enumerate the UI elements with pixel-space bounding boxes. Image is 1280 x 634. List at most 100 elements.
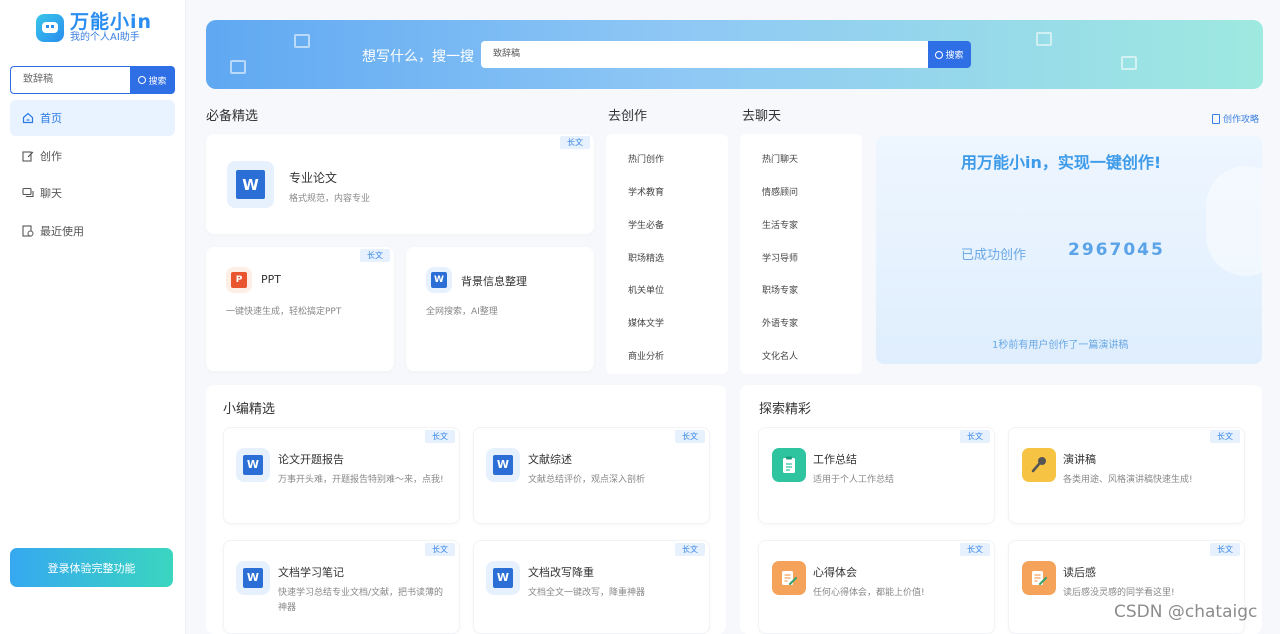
word-icon: W [486, 561, 520, 595]
document-deco-icon [1121, 56, 1137, 70]
chat-item[interactable]: 学习导师 [762, 251, 798, 264]
app-logo[interactable]: 万能小in 我的个人AI助手 [36, 12, 152, 44]
app-subtitle: 我的个人AI助手 [70, 32, 140, 43]
document-deco-icon [230, 60, 246, 74]
history-icon [22, 224, 34, 237]
explore-title: 探索精彩 [759, 402, 812, 417]
essential-card-thesis[interactable]: 长文 W 专业论文 格式规范，内容专业 [206, 134, 594, 234]
card-desc: 读后感没灵感的同学看这里! [1063, 588, 1175, 598]
long-text-tag: 长文 [675, 430, 705, 443]
watermark: CSDN @chataigc [1114, 602, 1258, 622]
explore-card-reflection[interactable]: 长文 心得体会 任何心得体会，都能上价值! [758, 540, 995, 634]
app-title: 万能小in [70, 11, 153, 33]
robot-logo-icon [36, 14, 64, 42]
card-title: 专业论文 [289, 171, 338, 185]
card-desc: 一键快速生成，轻松搞定PPT [226, 307, 342, 317]
sidebar-search-button[interactable]: 搜索 [130, 66, 175, 94]
sidebar: 万能小in 我的个人AI助手 致辞稿 搜索 首页 创作 聊天 最近使用 登录体验… [0, 0, 186, 634]
ppt-icon: P [226, 267, 252, 293]
create-item[interactable]: 商业分析 [628, 349, 664, 362]
long-text-tag: 长文 [1210, 543, 1240, 556]
pick-card-notes[interactable]: 长文 W 文档学习笔记 快速学习总结专业文档/文献，把书读薄的神器 [223, 540, 460, 634]
card-desc: 快速学习总结专业文档/文献，把书读薄的神器 [278, 588, 444, 613]
create-item[interactable]: 热门创作 [628, 152, 664, 165]
sidebar-item-label: 创作 [40, 149, 62, 163]
sidebar-item-recent[interactable]: 最近使用 [10, 213, 175, 249]
search-icon [935, 50, 944, 59]
create-item[interactable]: 学术教育 [628, 185, 664, 198]
explore-card-speech[interactable]: 长文 演讲稿 各类用途、风格演讲稿快速生成! [1008, 427, 1245, 524]
banner-search-button[interactable]: 搜索 [928, 41, 971, 68]
sidebar-item-label: 最近使用 [40, 224, 84, 238]
word-icon: W [426, 267, 452, 293]
long-text-tag: 长文 [1210, 430, 1240, 443]
card-desc: 全网搜索，AI整理 [426, 307, 498, 317]
create-title: 去创作 [608, 109, 648, 124]
pick-card-rewrite[interactable]: 长文 W 文档改写降重 文档全文一键改写，降重神器 [473, 540, 710, 634]
sidebar-item-home[interactable]: 首页 [10, 100, 175, 136]
promo-title: 用万能小in，实现一键创作! [961, 153, 1162, 172]
chat-item[interactable]: 热门聊天 [762, 152, 798, 165]
word-icon: W [486, 448, 520, 482]
sidebar-nav: 首页 创作 聊天 最近使用 [10, 100, 175, 250]
explore-card-work-summary[interactable]: 长文 工作总结 适用于个人工作总结 [758, 427, 995, 524]
create-list: 热门创作 学术教育 学生必备 职场精选 机关单位 媒体文学 商业分析 [606, 134, 728, 374]
chat-title: 去聊天 [742, 109, 782, 124]
promo-count-label: 已成功创作 [961, 248, 1027, 263]
chat-item[interactable]: 生活专家 [762, 218, 798, 231]
banner-search-button-label: 搜索 [945, 51, 964, 61]
chat-item[interactable]: 文化名人 [762, 349, 798, 362]
card-title: 文档改写降重 [528, 566, 594, 579]
sidebar-item-create[interactable]: 创作 [10, 138, 175, 174]
card-desc: 文献总结评价，观点深入剖析 [528, 475, 646, 485]
banner-search-input[interactable]: 致辞稿 [481, 41, 928, 68]
long-text-tag: 长文 [960, 430, 990, 443]
sidebar-search-input[interactable]: 致辞稿 [10, 66, 130, 94]
explore-panel: 探索精彩 长文 工作总结 适用于个人工作总结 长文 演讲稿 各类用途、风格演讲稿… [740, 385, 1262, 634]
create-item[interactable]: 学生必备 [628, 218, 664, 231]
notes-icon [772, 561, 806, 595]
home-icon [22, 112, 34, 124]
word-icon: W [227, 161, 274, 208]
long-text-tag: 长文 [425, 430, 455, 443]
create-item[interactable]: 媒体文学 [628, 316, 664, 329]
pick-card-review[interactable]: 长文 W 文献综述 文献总结评价，观点深入剖析 [473, 427, 710, 524]
card-title: 论文开题报告 [278, 453, 344, 466]
card-title: PPT [261, 273, 281, 286]
promo-decoration [1206, 166, 1262, 276]
promo-count: 2967045 [1068, 240, 1165, 260]
essential-card-ppt[interactable]: 长文 P PPT 一键快速生成，轻松搞定PPT [206, 247, 394, 371]
strategy-link[interactable]: 创作攻略 [1212, 112, 1259, 125]
card-desc: 任何心得体会，都能上价值! [813, 588, 925, 598]
sidebar-search-button-label: 搜索 [148, 76, 167, 87]
card-title: 背景信息整理 [461, 275, 527, 288]
long-text-tag: 长文 [560, 136, 590, 149]
banner-label: 想写什么，搜一搜 [362, 49, 474, 65]
chat-item[interactable]: 情感顾问 [762, 185, 798, 198]
essential-card-background[interactable]: W 背景信息整理 全网搜索，AI整理 [406, 247, 594, 371]
promo-panel: 用万能小in，实现一键创作! 已成功创作 2967045 1秒前有用户创作了一篇… [876, 136, 1262, 364]
sidebar-item-chat[interactable]: 聊天 [10, 175, 175, 211]
essentials-title: 必备精选 [206, 109, 259, 124]
chat-item[interactable]: 职场专家 [762, 283, 798, 296]
word-icon: W [236, 561, 270, 595]
word-icon: W [236, 448, 270, 482]
card-title: 读后感 [1063, 566, 1096, 579]
card-desc: 文档全文一键改写，降重神器 [528, 588, 646, 598]
pick-card-proposal[interactable]: 长文 W 论文开题报告 万事开头难，开题报告特别难～来，点我! [223, 427, 460, 524]
chat-item[interactable]: 外语专家 [762, 316, 798, 329]
chat-list: 热门聊天 情感顾问 生活专家 学习导师 职场专家 外语专家 文化名人 [740, 134, 862, 374]
sidebar-item-label: 首页 [40, 112, 62, 125]
sidebar-item-label: 聊天 [40, 187, 62, 200]
create-item[interactable]: 职场精选 [628, 251, 664, 264]
login-button[interactable]: 登录体验完整功能 [10, 548, 173, 587]
strategy-link-label: 创作攻略 [1223, 115, 1260, 125]
create-item[interactable]: 机关单位 [628, 283, 664, 296]
promo-footer: 1秒前有用户创作了一篇演讲稿 [992, 340, 1129, 351]
chat-icon [22, 187, 34, 199]
card-title: 文档学习笔记 [278, 566, 344, 579]
editor-picks-panel: 小编精选 长文 W 论文开题报告 万事开头难，开题报告特别难～来，点我! 长文 … [206, 385, 726, 634]
search-icon [138, 76, 147, 84]
document-icon [1212, 113, 1220, 124]
edit-icon [22, 150, 34, 162]
